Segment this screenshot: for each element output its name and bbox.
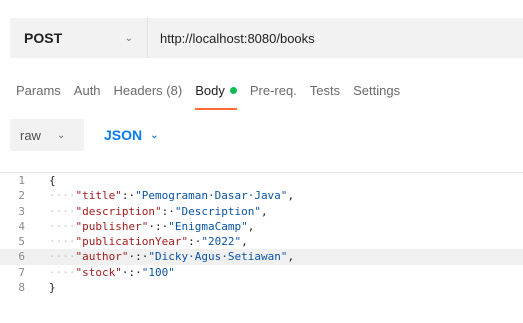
line-number: 1 (18, 174, 25, 187)
code-text: ····"author"·:·"Dicky·Agus·Setiawan", (49, 249, 294, 264)
editor-line: 2 ····"title":·"Pemograman·Dasar·Java", (0, 188, 523, 203)
chevron-down-icon: ⌄ (150, 129, 159, 141)
json-separator: ·:· (121, 265, 142, 279)
body-mode-label: raw (20, 127, 41, 143)
code-text: ····"publisher"·:·"EnigmaCamp", (49, 219, 254, 234)
method-label: POST (24, 30, 63, 46)
indent: ···· (49, 189, 76, 203)
editor-line: 4 ····"publisher"·:·"EnigmaCamp", (0, 219, 523, 234)
tab-headers[interactable]: Headers (8) (114, 80, 183, 110)
json-separator: ·:· (128, 250, 149, 264)
indent: ···· (49, 265, 76, 279)
tab-tests[interactable]: Tests (310, 80, 340, 110)
tab-params[interactable]: Params (16, 80, 61, 110)
json-key: "publisher" (75, 219, 149, 233)
editor-line-current: 6 ····"author"·:·"Dicky·Agus·Setiawan", (0, 249, 523, 265)
tab-settings[interactable]: Settings (353, 80, 400, 110)
code-text: ····"description":·"Description", (49, 204, 268, 219)
request-tabs: Params Auth Headers (8) Body Pre-req. Te… (16, 80, 413, 110)
json-comma: , (260, 204, 268, 218)
line-number: 4 (18, 219, 25, 233)
indent: ···· (49, 219, 76, 233)
close-brace: } (49, 281, 56, 295)
json-value: "Dicky·Agus·Setiawan" (148, 250, 288, 264)
editor-line: 8 } (0, 280, 523, 295)
line-number: 6 (18, 250, 25, 264)
language-select[interactable]: JSON ⌄ (104, 127, 159, 143)
json-key: "publicationYear" (75, 235, 189, 249)
json-value: "EnigmaCamp" (168, 219, 248, 233)
chevron-down-icon: ⌄ (56, 129, 66, 141)
line-number: 2 (18, 189, 25, 203)
json-comma: , (287, 189, 295, 203)
code-text: ····"title":·"Pemograman·Dasar·Java", (49, 188, 294, 203)
code-editor[interactable]: 1 { 2 ····"title":·"Pemograman·Dasar·Jav… (0, 172, 523, 323)
json-separator: :· (161, 204, 175, 218)
json-comma: , (241, 235, 248, 249)
json-separator: :· (188, 235, 202, 249)
editor-line: 5 ····"publicationYear":·"2022", (0, 234, 523, 249)
tab-pre-request[interactable]: Pre-req. (250, 80, 297, 110)
body-active-dot-icon (229, 87, 237, 94)
indent: ···· (49, 235, 76, 249)
code-text: ····"publicationYear":·"2022", (49, 234, 248, 249)
json-value: "100" (141, 265, 175, 279)
tab-body[interactable]: Body (195, 80, 237, 110)
editor-line: 1 { (0, 173, 523, 188)
tab-auth[interactable]: Auth (74, 80, 101, 110)
code-text: ····"stock"·:·"100" (49, 265, 175, 280)
json-key: "description" (75, 204, 162, 218)
json-value: "2022" (201, 235, 242, 249)
line-number: 8 (18, 281, 25, 295)
chevron-down-icon: ⌄ (124, 32, 133, 44)
language-label: JSON (104, 127, 143, 143)
tab-body-label: Body (195, 83, 225, 98)
json-key: "author" (75, 250, 129, 264)
body-mode-select[interactable]: raw ⌄ (10, 119, 84, 151)
json-comma: , (247, 219, 255, 233)
line-number: 7 (18, 265, 25, 279)
body-options: raw ⌄ JSON ⌄ (10, 119, 159, 151)
indent: ···· (49, 204, 76, 218)
editor-line: 3 ····"description":·"Description", (0, 204, 523, 219)
indent: ···· (49, 250, 76, 264)
json-key: "title" (75, 189, 122, 203)
json-key: "stock" (75, 265, 122, 279)
method-select[interactable]: POST ⌄ (10, 18, 148, 58)
json-separator: :· (121, 189, 136, 203)
request-bar: POST ⌄ http://localhost:8080/books (10, 18, 523, 58)
json-value: "Pemograman·Dasar·Java" (135, 189, 288, 203)
editor-line: 7 ····"stock"·:·"100" (0, 265, 523, 280)
line-number: 3 (18, 204, 25, 218)
json-comma: , (287, 250, 295, 264)
json-value: "Description" (174, 204, 261, 218)
url-input[interactable]: http://localhost:8080/books (148, 18, 523, 58)
line-number: 5 (18, 235, 25, 249)
json-separator: ·:· (148, 219, 169, 233)
open-brace: { (49, 174, 56, 187)
